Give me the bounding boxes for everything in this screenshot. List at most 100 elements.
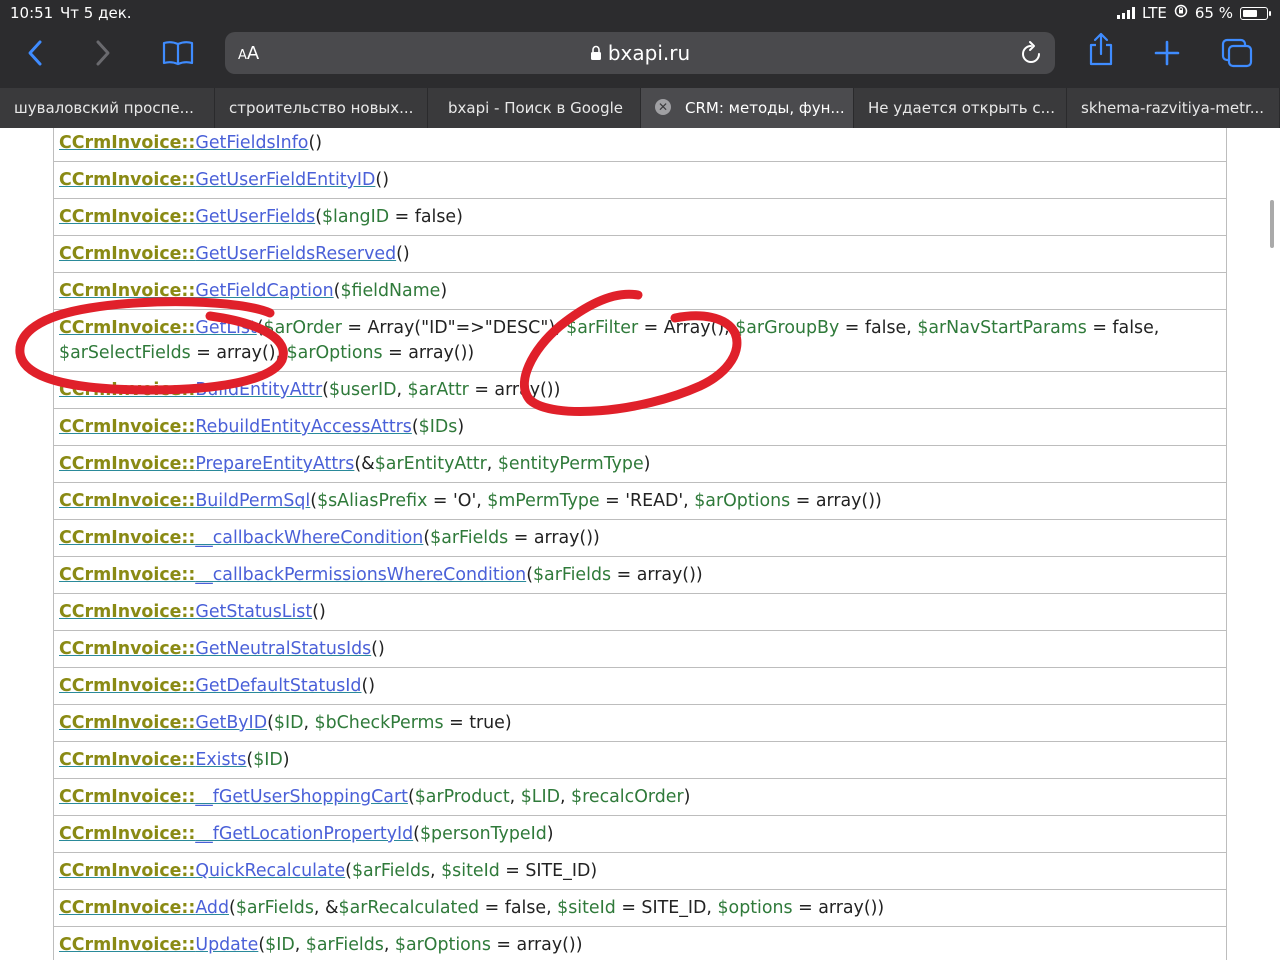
method-link[interactable]: GetStatusList: [195, 602, 312, 622]
method-cell: CCrmInvoice::GetNeutralStatusIds(): [53, 630, 1227, 668]
method-link[interactable]: GetUserFields: [195, 207, 315, 227]
class-link[interactable]: CCrmInvoice::: [59, 417, 195, 437]
share-button[interactable]: [1086, 32, 1116, 66]
method-link[interactable]: PrepareEntityAttrs: [195, 454, 354, 474]
method-cell: CCrmInvoice::Update($ID, $arFields, $arO…: [53, 926, 1227, 960]
class-link[interactable]: CCrmInvoice::: [59, 713, 195, 733]
class-link[interactable]: CCrmInvoice::: [59, 602, 195, 622]
param-variable: $arAttr: [407, 380, 469, 400]
method-link[interactable]: Exists: [195, 750, 246, 770]
class-link[interactable]: CCrmInvoice::: [59, 380, 195, 400]
class-link[interactable]: CCrmInvoice::: [59, 787, 195, 807]
param-text: (): [396, 244, 410, 264]
class-link[interactable]: CCrmInvoice::: [59, 281, 195, 301]
param-variable: $siteId: [441, 861, 500, 881]
method-link[interactable]: GetUserFieldsReserved: [195, 244, 396, 264]
param-text: = SITE_ID,: [615, 898, 718, 918]
class-link[interactable]: CCrmInvoice::: [59, 824, 195, 844]
method-cell: CCrmInvoice::__fGetLocationPropertyId($p…: [53, 815, 1227, 853]
class-link[interactable]: CCrmInvoice::: [59, 207, 195, 227]
method-link[interactable]: QuickRecalculate: [195, 861, 345, 881]
class-link[interactable]: CCrmInvoice::: [59, 244, 195, 264]
table-row: CCrmInvoice::__callbackWhereCondition($a…: [53, 519, 1227, 557]
method-link[interactable]: GetDefaultStatusId: [195, 676, 361, 696]
method-link[interactable]: Update: [195, 935, 258, 955]
reload-button[interactable]: [1019, 40, 1043, 70]
class-link[interactable]: CCrmInvoice::: [59, 318, 195, 338]
lock-icon: [590, 45, 601, 60]
tab-skhema[interactable]: skhema-razvitiya-metr...: [1067, 88, 1280, 128]
method-link[interactable]: __fGetLocationPropertyId: [195, 824, 413, 844]
address-bar[interactable]: AA bxapi.ru: [225, 32, 1055, 74]
class-link[interactable]: CCrmInvoice::: [59, 935, 195, 955]
chevron-left-icon: [28, 40, 42, 66]
method-link[interactable]: RebuildEntityAccessAttrs: [195, 417, 412, 437]
param-variable: $mPermType: [487, 491, 600, 511]
method-cell: CCrmInvoice::GetUserFields($langID = fal…: [53, 198, 1227, 236]
method-link[interactable]: GetUserFieldEntityID: [195, 170, 375, 190]
class-link[interactable]: CCrmInvoice::: [59, 676, 195, 696]
new-tab-button[interactable]: [1152, 36, 1182, 70]
param-text: ,: [509, 787, 521, 807]
tabs-overview-button[interactable]: [1220, 36, 1254, 70]
class-link[interactable]: CCrmInvoice::: [59, 861, 195, 881]
method-cell: CCrmInvoice::GetUserFieldsReserved(): [53, 235, 1227, 273]
tab-cannot-open[interactable]: Не удается открыть с...: [854, 88, 1067, 128]
tab-google-search[interactable]: bxapi - Поиск в Google: [428, 88, 641, 128]
tab-crm-methods[interactable]: ✕ CRM: методы, фун...: [641, 88, 854, 128]
table-row: CCrmInvoice::PrepareEntityAttrs(&$arEnti…: [53, 445, 1227, 483]
param-variable: $langID: [321, 207, 390, 227]
param-text: (: [267, 713, 274, 733]
method-link[interactable]: Add: [195, 898, 229, 918]
tab-shuvalovsky[interactable]: шуваловский проспе...: [0, 88, 215, 128]
param-text: = array()): [382, 343, 475, 363]
param-text: = false,: [479, 898, 558, 918]
class-link[interactable]: CCrmInvoice::: [59, 750, 195, 770]
method-link[interactable]: GetList: [195, 318, 256, 338]
close-tab-icon[interactable]: ✕: [655, 98, 671, 115]
back-button[interactable]: [22, 36, 48, 70]
method-link[interactable]: BuildPermSql: [195, 491, 310, 511]
param-variable: $fieldName: [340, 281, 441, 301]
param-text: (): [308, 133, 323, 153]
scrollbar[interactable]: [1270, 200, 1274, 248]
class-link[interactable]: CCrmInvoice::: [59, 898, 195, 918]
method-link[interactable]: __fGetUserShoppingCart: [195, 787, 408, 807]
param-text: ,: [396, 380, 408, 400]
method-link[interactable]: __callbackPermissionsWhereCondition: [195, 565, 526, 585]
address-host-text: bxapi.ru: [607, 41, 691, 65]
table-row: CCrmInvoice::QuickRecalculate($arFields,…: [53, 852, 1227, 890]
bookmarks-button[interactable]: [160, 36, 196, 70]
tab-bar: шуваловский проспе... строительство новы…: [0, 88, 1280, 128]
method-link[interactable]: __callbackWhereCondition: [195, 528, 423, 548]
method-link[interactable]: GetByID: [195, 713, 267, 733]
class-link[interactable]: CCrmInvoice::: [59, 528, 195, 548]
param-variable: $arNavStartParams: [917, 318, 1087, 338]
method-cell: CCrmInvoice::__fGetUserShoppingCart($arP…: [53, 778, 1227, 816]
forward-button[interactable]: [90, 36, 116, 70]
tab-construction[interactable]: строительство новых...: [215, 88, 428, 128]
method-link[interactable]: GetNeutralStatusIds: [195, 639, 371, 659]
method-cell: CCrmInvoice::Add($arFields, &$arRecalcul…: [53, 889, 1227, 927]
method-link[interactable]: GetFieldCaption: [195, 281, 333, 301]
param-variable: $arOptions: [394, 935, 491, 955]
class-link[interactable]: CCrmInvoice::: [59, 133, 195, 153]
param-text: = false,: [1086, 318, 1160, 338]
table-row: CCrmInvoice::__fGetLocationPropertyId($p…: [53, 815, 1227, 853]
page-content: CCrmInvoice::GetFieldsInfo() CCrmInvoice:…: [0, 128, 1280, 960]
param-variable: $arFields: [351, 861, 431, 881]
method-link[interactable]: GetFieldsInfo: [195, 133, 308, 153]
param-variable: $arOptions: [694, 491, 791, 511]
class-link[interactable]: CCrmInvoice::: [59, 454, 195, 474]
param-text: = Array(),: [638, 318, 736, 338]
class-link[interactable]: CCrmInvoice::: [59, 565, 195, 585]
param-variable: $arFilter: [566, 318, 639, 338]
method-cell: CCrmInvoice::BuildPermSql($sAliasPrefix …: [53, 482, 1227, 520]
method-link[interactable]: BuildEntityAttr: [195, 380, 322, 400]
param-text: ,: [383, 935, 395, 955]
class-link[interactable]: CCrmInvoice::: [59, 170, 195, 190]
class-link[interactable]: CCrmInvoice::: [59, 491, 195, 511]
param-text: = SITE_ID): [499, 861, 598, 881]
param-text: , &: [313, 898, 339, 918]
class-link[interactable]: CCrmInvoice::: [59, 639, 195, 659]
